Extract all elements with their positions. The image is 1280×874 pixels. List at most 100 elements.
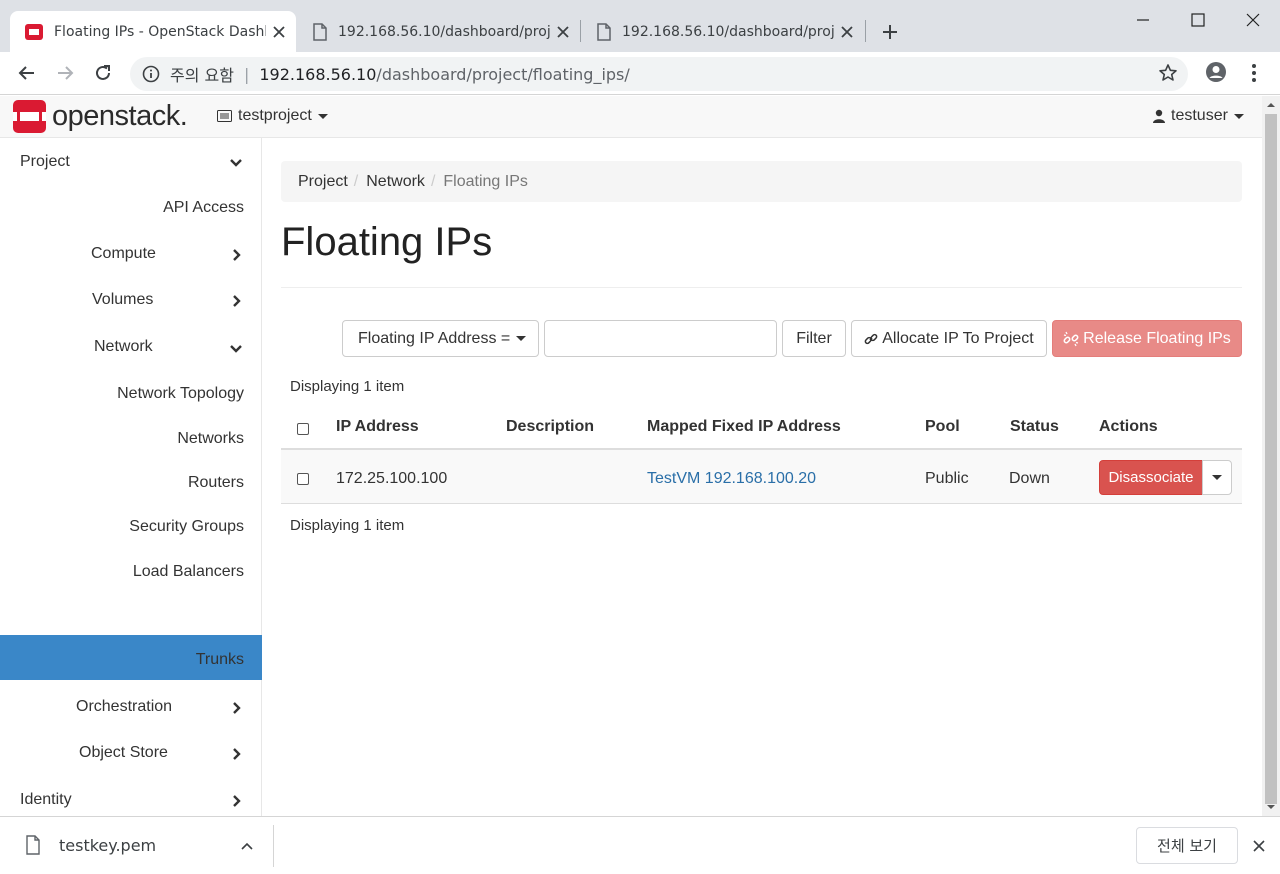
column-header-status[interactable]: Status xyxy=(1010,418,1059,436)
user-icon xyxy=(1153,109,1165,123)
minimize-icon[interactable] xyxy=(1133,10,1153,30)
tab-title: 192.168.56.10/dashboard/projec xyxy=(622,23,834,40)
breadcrumb-project[interactable]: Project xyxy=(298,173,348,191)
project-list-icon xyxy=(217,110,232,122)
sidebar-item-compute[interactable]: Compute xyxy=(91,245,156,263)
download-item[interactable]: testkey.pem xyxy=(24,835,156,855)
file-icon xyxy=(24,835,42,855)
row-checkbox[interactable] xyxy=(297,473,309,485)
bookmark-star-icon[interactable] xyxy=(1158,63,1178,83)
sidebar-item-api-access[interactable]: API Access xyxy=(163,199,244,217)
chevron-right-icon[interactable] xyxy=(230,294,244,308)
account-icon[interactable] xyxy=(1205,61,1227,83)
scrollbar-thumb[interactable] xyxy=(1265,114,1277,804)
tab-floating-ips[interactable]: Floating IPs - OpenStack Dashb xyxy=(10,11,296,52)
tab-dashboard-2[interactable]: 192.168.56.10/dashboard/projec xyxy=(298,11,580,52)
sidebar-item-network[interactable]: Network xyxy=(94,338,153,356)
filter-field-dropdown[interactable]: Floating IP Address = xyxy=(342,320,539,357)
sidebar-item-floating-ips[interactable]: Floating IPs xyxy=(160,608,244,626)
release-floating-ips-button[interactable]: Release Floating IPs xyxy=(1052,320,1242,357)
scroll-up-icon[interactable] xyxy=(1266,100,1276,110)
sidebar-item-load-balancers[interactable]: Load Balancers xyxy=(133,563,244,581)
sidebar-item-network-topology[interactable]: Network Topology xyxy=(117,385,244,403)
download-separator xyxy=(273,825,274,867)
forward-arrow-icon[interactable] xyxy=(54,62,76,84)
select-all-checkbox[interactable] xyxy=(297,423,309,435)
close-tab-icon[interactable] xyxy=(556,25,570,39)
openstack-logo-icon xyxy=(13,100,46,133)
page-icon xyxy=(312,22,328,41)
address-divider: | xyxy=(243,64,250,84)
breadcrumb: Project / Network / Floating IPs xyxy=(281,161,1242,202)
tab-title: 192.168.56.10/dashboard/projec xyxy=(338,23,550,40)
user-menu[interactable]: testuser xyxy=(1153,107,1244,125)
page-icon xyxy=(596,22,612,41)
project-selector[interactable]: testproject xyxy=(217,107,328,125)
page-viewport: openstack. testproject testuser Project … xyxy=(0,96,1262,816)
sidebar: Project API Access Compute Volumes Netwo… xyxy=(0,138,262,816)
close-tab-icon[interactable] xyxy=(272,25,286,39)
page-scrollbar[interactable] xyxy=(1262,96,1280,816)
project-name: testproject xyxy=(238,107,312,124)
new-tab-icon[interactable] xyxy=(880,22,900,42)
openstack-favicon-icon xyxy=(24,22,44,42)
caret-down-icon xyxy=(1233,113,1244,119)
sidebar-item-project[interactable]: Project xyxy=(20,153,70,171)
row-actions-dropdown[interactable] xyxy=(1202,460,1232,495)
chevron-right-icon[interactable] xyxy=(230,747,244,761)
filter-input[interactable] xyxy=(544,320,777,357)
breadcrumb-current: Floating IPs xyxy=(443,172,528,190)
tab-title: Floating IPs - OpenStack Dashb xyxy=(54,23,266,40)
close-tab-icon[interactable] xyxy=(840,25,854,39)
breadcrumb-separator: / xyxy=(353,172,359,190)
address-bar[interactable]: 주의 요함 | 192.168.56.10/dashboard/project/… xyxy=(130,57,1188,91)
sidebar-item-trunks[interactable]: Trunks xyxy=(196,651,244,669)
openstack-logo[interactable]: openstack. xyxy=(13,100,188,133)
cell-pool: Public xyxy=(925,470,969,487)
chevron-down-icon[interactable] xyxy=(229,342,243,356)
chrome-menu-icon[interactable] xyxy=(1246,63,1262,83)
sidebar-item-identity[interactable]: Identity xyxy=(20,791,72,809)
window-close-icon[interactable] xyxy=(1243,10,1263,30)
show-all-downloads-button[interactable]: 전체 보기 xyxy=(1136,827,1238,864)
sidebar-item-routers[interactable]: Routers xyxy=(188,474,244,492)
maximize-icon[interactable] xyxy=(1188,10,1208,30)
chevron-right-icon[interactable] xyxy=(230,248,244,262)
url-path: /dashboard/project/floating_ips/ xyxy=(376,64,630,84)
info-icon[interactable] xyxy=(142,65,160,83)
title-divider xyxy=(281,287,1242,288)
breadcrumb-separator: / xyxy=(430,172,436,190)
scroll-down-icon[interactable] xyxy=(1266,802,1276,812)
back-arrow-icon[interactable] xyxy=(16,62,38,84)
column-header-mapped-fixed-ip[interactable]: Mapped Fixed IP Address xyxy=(647,418,841,436)
tab-dashboard-3[interactable]: 192.168.56.10/dashboard/projec xyxy=(582,11,864,52)
breadcrumb-network[interactable]: Network xyxy=(366,173,425,191)
caret-down-icon xyxy=(516,336,527,341)
cell-mapped-fixed-ip-link[interactable]: TestVM 192.168.100.20 xyxy=(647,470,816,488)
sidebar-item-volumes[interactable]: Volumes xyxy=(92,291,153,309)
browser-toolbar: 주의 요함 | 192.168.56.10/dashboard/project/… xyxy=(0,52,1280,95)
filter-button[interactable]: Filter xyxy=(782,320,846,357)
tab-separator xyxy=(580,20,581,42)
column-header-pool[interactable]: Pool xyxy=(925,418,960,436)
sidebar-item-networks[interactable]: Networks xyxy=(177,430,244,448)
tab-separator xyxy=(865,20,866,42)
chevron-right-icon[interactable] xyxy=(230,794,244,808)
item-count-top: Displaying 1 item xyxy=(290,378,405,395)
disassociate-button[interactable]: Disassociate xyxy=(1099,460,1203,495)
item-count-bottom: Displaying 1 item xyxy=(290,517,405,534)
column-header-ip-address[interactable]: IP Address xyxy=(336,418,419,436)
close-download-bar-icon[interactable] xyxy=(1252,839,1266,853)
chevron-right-icon[interactable] xyxy=(230,701,244,715)
allocate-ip-button[interactable]: Allocate IP To Project xyxy=(851,320,1047,357)
sidebar-item-security-groups[interactable]: Security Groups xyxy=(129,518,244,536)
reload-icon[interactable] xyxy=(92,62,114,84)
chevron-down-icon[interactable] xyxy=(229,156,243,170)
column-header-description[interactable]: Description xyxy=(506,418,594,436)
sidebar-item-object-store[interactable]: Object Store xyxy=(79,744,168,762)
link-icon xyxy=(864,332,878,346)
url-host: 192.168.56.10 xyxy=(259,64,377,84)
logo-text: openstack. xyxy=(52,100,188,132)
chevron-up-icon[interactable] xyxy=(240,841,254,851)
sidebar-item-orchestration[interactable]: Orchestration xyxy=(76,698,172,716)
